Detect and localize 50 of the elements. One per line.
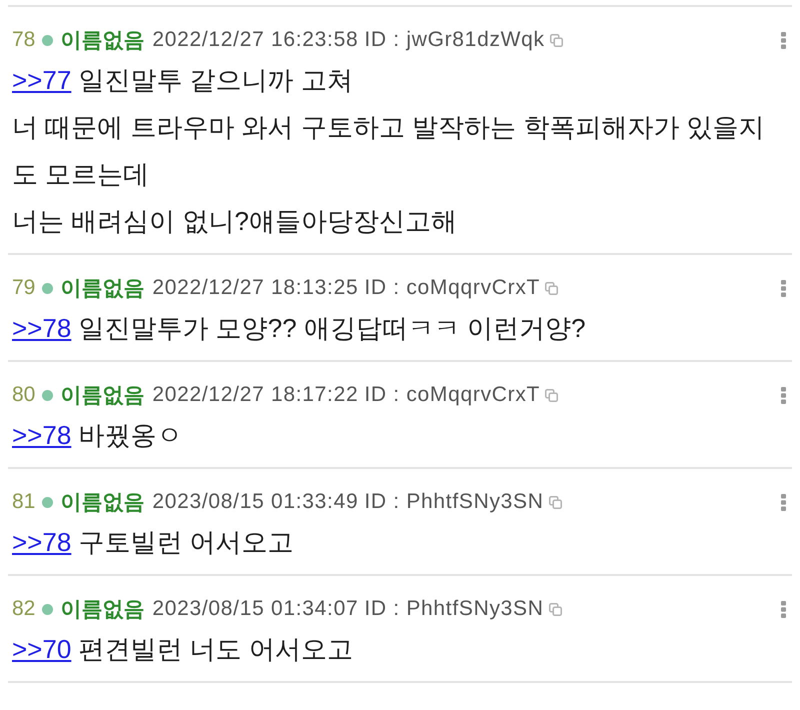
post-date: 2023/08/15 01:33:49: [152, 490, 358, 514]
author-name: 이름없음: [60, 597, 144, 623]
copy-icon[interactable]: [550, 34, 563, 46]
post-date: 2022/12/27 18:17:22: [152, 383, 358, 407]
more-icon: [781, 494, 786, 510]
copy-icon[interactable]: [548, 496, 562, 508]
more-icon: [781, 600, 786, 618]
more-button[interactable]: [779, 599, 788, 619]
post-number: 82: [12, 597, 36, 621]
more-button[interactable]: [779, 278, 788, 298]
copy-icon[interactable]: [548, 602, 562, 616]
user-id: ID : PhhtfSNy3SN: [364, 490, 544, 514]
author-name: 이름없음: [60, 276, 144, 302]
reply-link[interactable]: >>78: [12, 527, 72, 557]
more-button[interactable]: [779, 385, 788, 405]
post-text: >>78 바꿨옹ㅇ: [12, 419, 184, 452]
dot-icon: [42, 34, 54, 46]
author-name: 이름없음: [60, 490, 144, 516]
reply-link[interactable]: >>78: [12, 313, 72, 343]
user-id: ID : PhhtfSNy3SN: [364, 597, 544, 621]
post-date: 2022/12/27 18:13:25: [152, 276, 358, 300]
more-icon: [781, 386, 786, 404]
post-text: >>78 일진말투가 모양?? 애깅답떠ㅋㅋ 이런거양?: [12, 312, 587, 345]
more-icon: [781, 280, 786, 296]
post-text: >>77 일진말투 같으니까 고쳐 너 때문에 트라우마 와서 구토하고 발작하는 학폭피해자가 있을지도 모르는데 너는 배려심이 없니?얘들아당장신고해: [12, 64, 766, 238]
post-number: 81: [12, 490, 36, 514]
author-name: 이름없음: [60, 383, 144, 409]
reply-link[interactable]: >>70: [12, 634, 72, 664]
post-text: >>70 편견빌런 너도 어서오고: [12, 633, 354, 666]
post-date: 2023/08/15 01:34:07: [152, 597, 358, 621]
dot-icon: [42, 282, 54, 294]
user-id: ID : coMqqrvCrxT: [364, 276, 540, 300]
more-icon: [781, 32, 786, 48]
dot-icon: [42, 496, 54, 508]
dot-icon: [42, 390, 54, 400]
copy-icon[interactable]: [545, 388, 558, 402]
post-number: 79: [12, 276, 36, 300]
post-date: 2022/12/27 16:23:58: [152, 28, 358, 52]
copy-icon[interactable]: [545, 282, 558, 294]
more-button[interactable]: [779, 30, 788, 50]
post-number: 80: [12, 383, 36, 407]
dot-icon: [42, 604, 54, 614]
post-number: 78: [12, 28, 36, 52]
post-text: >>78 구토빌런 어서오고: [12, 526, 295, 559]
more-button[interactable]: [779, 492, 788, 512]
reply-link[interactable]: >>77: [12, 65, 72, 95]
author-name: 이름없음: [60, 28, 144, 54]
reply-link[interactable]: >>78: [12, 420, 72, 450]
user-id: ID : coMqqrvCrxT: [364, 383, 540, 407]
user-id: ID : jwGr81dzWqk: [364, 28, 545, 52]
